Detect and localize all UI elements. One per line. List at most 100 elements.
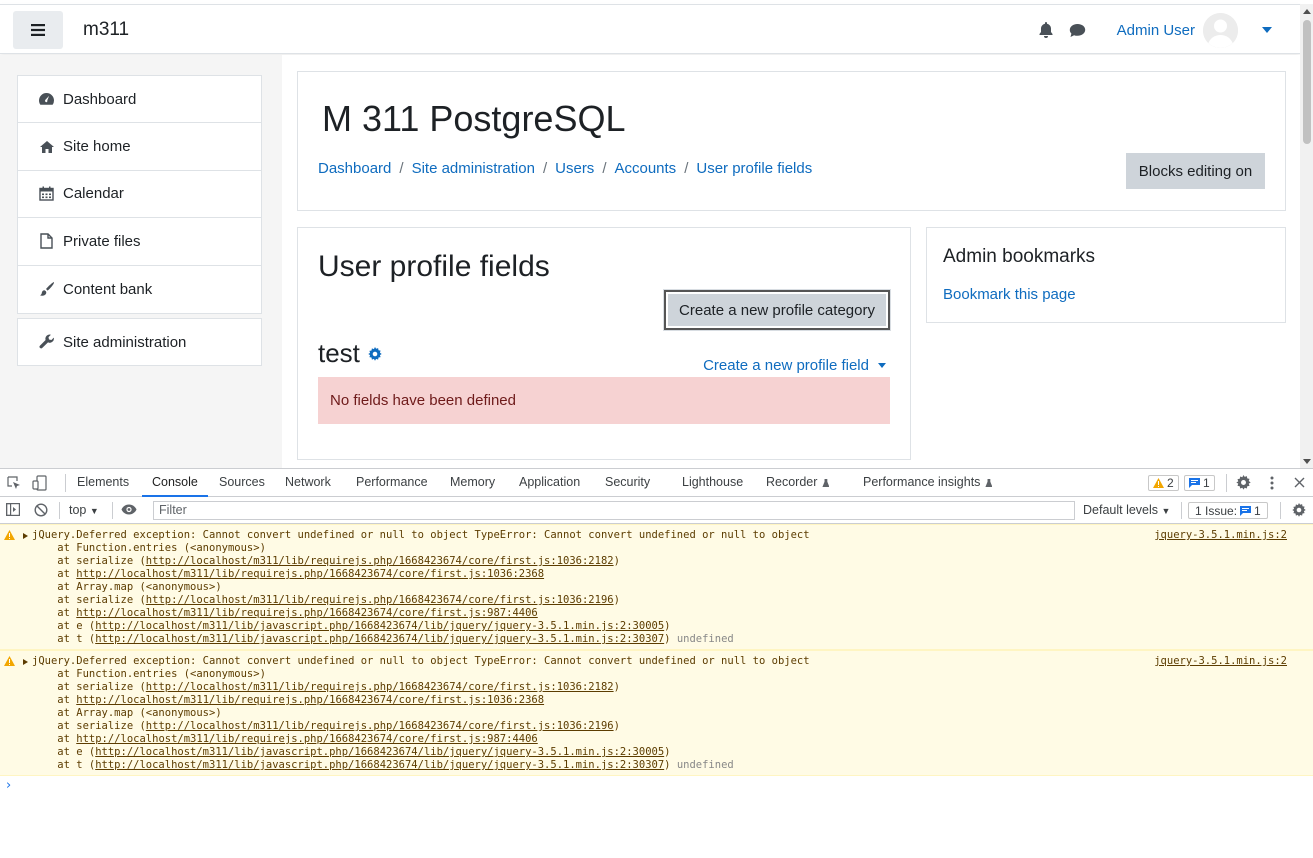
stack-frame-link[interactable]: http://localhost/m311/lib/requirejs.php/…	[146, 720, 614, 732]
sidebar-item-calendar[interactable]: Calendar	[18, 171, 261, 219]
create-profile-field-label: Create a new profile field	[703, 357, 869, 374]
scroll-down-arrow-icon[interactable]	[1303, 459, 1311, 464]
tab-sources[interactable]: Sources	[219, 469, 265, 496]
sidebar-item-private-files[interactable]: Private files	[18, 218, 261, 266]
sidebar-item-content-bank[interactable]: Content bank	[18, 266, 261, 313]
stack-trace-line: at e (http://localhost/m311/lib/javascri…	[0, 746, 1313, 759]
scrollbar-thumb[interactable]	[1303, 20, 1311, 144]
user-menu-caret-icon[interactable]	[1262, 27, 1272, 33]
breadcrumb-link-dashboard[interactable]: Dashboard	[318, 160, 391, 177]
blocks-editing-button[interactable]: Blocks editing on	[1126, 153, 1265, 189]
stack-frame-link[interactable]: http://localhost/m311/lib/javascript.php…	[95, 620, 664, 632]
stack-frame-text: at serialize (	[32, 594, 146, 606]
console-source-link[interactable]: jquery-3.5.1.min.js:2	[1154, 529, 1287, 541]
warning-icon	[4, 656, 15, 666]
category-heading: test	[318, 338, 382, 369]
cog-icon[interactable]	[368, 346, 382, 361]
sidebar-item-site-home[interactable]: Site home	[18, 123, 261, 171]
toolbar-divider	[59, 502, 60, 519]
close-icon[interactable]	[1294, 477, 1305, 491]
stack-frame-text: at t (	[32, 759, 96, 771]
stack-frame-link[interactable]: http://localhost/m311/lib/requirejs.php/…	[146, 555, 614, 567]
stack-frame-link[interactable]: http://localhost/m311/lib/requirejs.php/…	[146, 681, 614, 693]
stack-trace-line: at serialize (http://localhost/m311/lib/…	[0, 720, 1313, 733]
scroll-up-arrow-icon[interactable]	[1303, 9, 1311, 14]
drawer-admin-nav: Site administration	[17, 318, 262, 366]
sidebar-toggle-icon[interactable]	[6, 503, 21, 519]
user-menu-name[interactable]: Admin User	[1117, 22, 1195, 39]
expand-triangle-icon[interactable]	[23, 533, 28, 539]
tab-memory[interactable]: Memory	[450, 469, 495, 496]
issues-badge[interactable]: 1 Issue: 1	[1188, 502, 1268, 519]
bell-icon[interactable]	[1037, 21, 1055, 39]
tab-performance-insights[interactable]: Performance insights	[863, 469, 993, 496]
comment-icon[interactable]	[1069, 21, 1087, 39]
breadcrumb-link-accounts[interactable]: Accounts	[614, 160, 676, 177]
chevron-down-icon	[878, 363, 886, 368]
breadcrumb-link-site-administration[interactable]: Site administration	[412, 160, 535, 177]
sidebar-item-site-administration[interactable]: Site administration	[18, 319, 261, 365]
console-filter-input[interactable]: Filter	[153, 501, 1075, 520]
stack-frame-text: )	[613, 594, 620, 606]
console-warning-message[interactable]: jQuery.Deferred exception: Cannot conver…	[0, 524, 1313, 650]
context-selector[interactable]: top ▼	[69, 503, 99, 517]
stack-frame-text: )	[613, 681, 620, 693]
breadcrumb-link-user-profile-fields[interactable]: User profile fields	[696, 160, 812, 177]
stack-frame-link[interactable]: http://localhost/m311/lib/javascript.php…	[95, 746, 664, 758]
tab-application[interactable]: Application	[519, 469, 580, 496]
stack-frame-link[interactable]: http://localhost/m311/lib/requirejs.php/…	[76, 568, 544, 580]
stack-frame-text: at serialize (	[32, 555, 146, 567]
console-toolbar: top ▼ Filter Default levels ▼ 1 Issue: 1	[0, 497, 1313, 524]
stack-frame-link[interactable]: http://localhost/m311/lib/requirejs.php/…	[146, 594, 614, 606]
message-icon	[1189, 478, 1200, 488]
more-options-icon[interactable]	[1270, 476, 1274, 493]
device-toolbar-icon[interactable]	[32, 475, 48, 494]
avatar[interactable]	[1203, 12, 1238, 48]
log-levels-dropdown[interactable]: Default levels ▼	[1083, 503, 1170, 517]
create-profile-category-button[interactable]: Create a new profile category	[664, 290, 890, 330]
stack-frame-text: )	[613, 555, 620, 567]
console-settings-gear-icon[interactable]	[1292, 503, 1306, 520]
sidebar-item-label: Site administration	[63, 333, 187, 351]
tab-elements[interactable]: Elements	[77, 469, 129, 496]
return-value-text: undefined	[676, 633, 734, 645]
messages-badge[interactable]: 1	[1184, 475, 1215, 491]
stack-trace-line: at serialize (http://localhost/m311/lib/…	[0, 594, 1313, 607]
page-scrollbar[interactable]	[1300, 4, 1313, 468]
stack-frame-link[interactable]: http://localhost/m311/lib/javascript.php…	[95, 759, 664, 771]
warnings-count: 2	[1167, 476, 1174, 490]
toolbar-divider	[1181, 502, 1182, 519]
tab-console[interactable]: Console	[142, 469, 208, 497]
drawer-toggle-button[interactable]	[13, 11, 63, 49]
warnings-badge[interactable]: 2	[1148, 475, 1179, 491]
tab-security[interactable]: Security	[605, 469, 650, 496]
bookmark-this-page-link[interactable]: Bookmark this page	[943, 286, 1076, 303]
breadcrumb-link-users[interactable]: Users	[555, 160, 594, 177]
no-fields-alert: No fields have been defined	[318, 377, 890, 424]
site-name[interactable]: m311	[83, 19, 129, 41]
stack-frame-link[interactable]: http://localhost/m311/lib/requirejs.php/…	[76, 694, 544, 706]
stack-frame-text: at Array.map (<anonymous>)	[32, 707, 222, 719]
settings-gear-icon[interactable]	[1236, 475, 1251, 493]
stack-frame-text: )	[664, 746, 671, 758]
stack-frame-link[interactable]: http://localhost/m311/lib/javascript.php…	[95, 633, 664, 645]
stack-frame-text: )	[664, 759, 671, 771]
tab-network[interactable]: Network	[285, 469, 331, 496]
console-prompt[interactable]: ›	[6, 778, 11, 793]
eye-icon[interactable]	[121, 504, 137, 518]
sidebar-item-dashboard[interactable]: Dashboard	[18, 76, 261, 124]
inspect-element-icon[interactable]	[7, 476, 21, 493]
console-warning-message[interactable]: jQuery.Deferred exception: Cannot conver…	[0, 650, 1313, 776]
stack-frame-link[interactable]: http://localhost/m311/lib/requirejs.php/…	[76, 733, 537, 745]
expand-triangle-icon[interactable]	[23, 659, 28, 665]
tab-lighthouse[interactable]: Lighthouse	[682, 469, 743, 496]
experiment-icon	[985, 479, 993, 487]
console-source-link[interactable]: jquery-3.5.1.min.js:2	[1154, 655, 1287, 667]
create-profile-field-dropdown[interactable]: Create a new profile field	[703, 357, 886, 374]
tab-performance[interactable]: Performance	[356, 469, 428, 496]
dashboard-icon	[38, 91, 55, 108]
tab-recorder[interactable]: Recorder	[766, 469, 830, 496]
clear-console-icon[interactable]	[34, 503, 48, 520]
home-icon	[38, 138, 55, 155]
stack-frame-link[interactable]: http://localhost/m311/lib/requirejs.php/…	[76, 607, 537, 619]
